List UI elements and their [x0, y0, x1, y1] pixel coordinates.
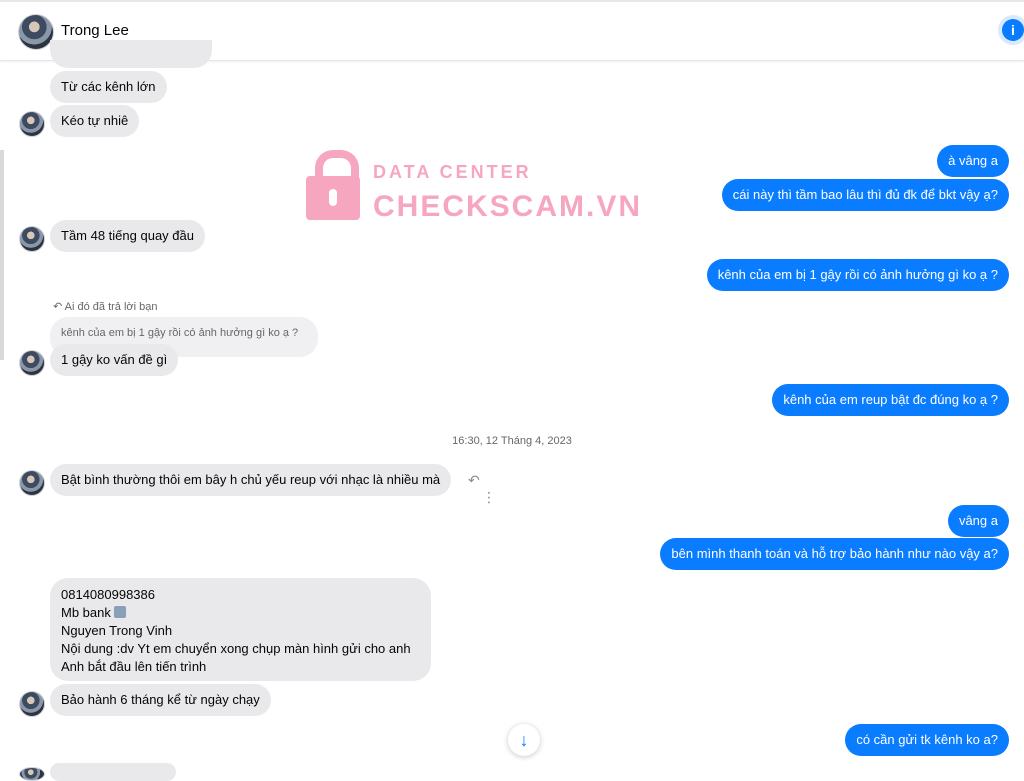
bank-line: Mb bank — [61, 604, 420, 622]
avatar[interactable] — [19, 350, 45, 376]
account-name: Nguyen Trong Vinh — [61, 623, 173, 638]
message-left: Tầm 48 tiếng quay đầu — [50, 220, 205, 252]
transfer-note: Nội dung :dv Yt em chuyển xong chụp màn … — [61, 641, 411, 656]
watermark-line2: CHECKSCAM.VN — [373, 190, 643, 223]
contact-name[interactable]: Trong Lee — [61, 22, 129, 39]
more-vertical-icon[interactable]: ⋮ — [482, 489, 496, 505]
arrow-down-icon[interactable]: ↓ — [508, 724, 540, 756]
message-right: à vâng a — [937, 145, 1009, 177]
account-number: 0814080998386 — [61, 587, 155, 602]
avatar[interactable] — [19, 691, 45, 717]
message-left-cut — [50, 40, 212, 68]
message-right: vâng a — [947, 505, 1009, 537]
message-left: 1 gậy ko vấn đề gì — [50, 344, 179, 376]
avatar[interactable] — [19, 767, 45, 781]
left-scroll-edge — [0, 150, 4, 360]
avatar[interactable] — [18, 14, 54, 50]
bank-icon — [113, 606, 126, 618]
message-right: kênh của em reup bật đc đúng ko ạ ? — [772, 384, 1009, 416]
message-left: Bật bình thường thôi em bây h chủ yếu re… — [50, 464, 452, 496]
timestamp: 16:30, 12 Tháng 4, 2023 — [452, 435, 572, 447]
avatar[interactable] — [19, 111, 45, 137]
watermark-line1: DATA CENTER — [373, 162, 532, 182]
message-left: Bảo hành 6 tháng kể từ ngày chạy — [50, 684, 271, 716]
message-right: có cần gửi tk kênh ko a? — [845, 724, 1009, 756]
info-icon[interactable]: i — [1002, 19, 1024, 41]
avatar[interactable] — [19, 470, 45, 496]
message-right: cái này thì tầm bao lâu thì đủ đk để bkt… — [721, 179, 1009, 211]
message-left: Từ các kênh lớn — [50, 71, 167, 103]
chat-screen: Trong Lee i DATA CENTER CHECKSCAM.VN Từ … — [0, 0, 1024, 781]
message-actions: ↶ ⋮ — [468, 472, 508, 505]
message-right: kênh của em bị 1 gậy rồi có ảnh hưởng gì… — [706, 259, 1009, 291]
message-left: Kéo tự nhiê — [50, 105, 140, 137]
avatar[interactable] — [19, 226, 45, 252]
process-note: Anh bắt đầu lên tiến trình — [61, 659, 207, 674]
watermark: DATA CENTER CHECKSCAM.VN — [306, 148, 640, 228]
message-left-cut — [50, 763, 176, 781]
message-left-multiline: 0814080998386 Mb bank Nguyen Trong Vinh … — [50, 578, 431, 681]
message-right: bên mình thanh toán và hỗ trợ bảo hành n… — [660, 538, 1009, 570]
reply-notice: ↶ Ai đó đã trả lời bạn — [53, 301, 158, 313]
reply-icon[interactable]: ↶ — [468, 472, 480, 488]
lock-icon — [306, 150, 360, 220]
